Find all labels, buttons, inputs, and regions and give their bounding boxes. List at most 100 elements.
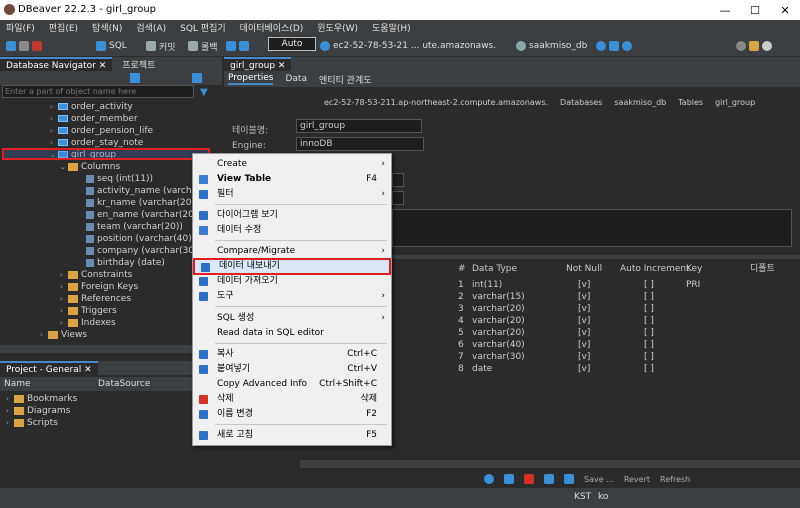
menu-database[interactable]: 데이터베이스(D): [240, 21, 304, 34]
table-cell[interactable]: [v]: [578, 291, 590, 303]
search-icon[interactable]: [736, 41, 746, 51]
table-name-field[interactable]: girl_group: [296, 119, 422, 133]
project-item-scripts[interactable]: › Scripts: [6, 417, 58, 429]
sql-editor-icon[interactable]: [96, 41, 106, 51]
navigator-scrollbar[interactable]: [0, 345, 222, 353]
table-cell[interactable]: 2: [458, 291, 464, 303]
tree-node[interactable]: › order_pension_life: [50, 125, 153, 137]
menu-window[interactable]: 윈도우(W): [317, 21, 358, 34]
perspective-icon[interactable]: [749, 41, 759, 51]
table-cell[interactable]: 7: [458, 351, 464, 363]
tree-node[interactable]: ⌄ Columns: [60, 161, 120, 173]
context-menu-item[interactable]: 복사 Ctrl+C: [193, 347, 391, 362]
menu-file[interactable]: 파일(F): [6, 21, 35, 34]
minimize-button[interactable]: —: [710, 0, 740, 20]
chevron-right-icon[interactable]: ›: [60, 281, 68, 293]
context-menu-item[interactable]: Read data in SQL editor: [193, 326, 391, 341]
maximize-button[interactable]: ☐: [740, 0, 770, 20]
tree-node[interactable]: › Indexes: [60, 317, 116, 329]
breadcrumb-connection[interactable]: ec2-52-78-53-211.ap-northeast-2.compute.…: [324, 98, 548, 107]
search-columns-icon[interactable]: [484, 474, 494, 484]
table-cell[interactable]: 3: [458, 303, 464, 315]
filter-icon[interactable]: ▼: [200, 87, 208, 98]
chevron-right-icon[interactable]: ›: [50, 125, 58, 137]
chevron-right-icon[interactable]: ›: [50, 113, 58, 125]
column-datasource-header[interactable]: DataSource: [98, 379, 150, 389]
table-cell[interactable]: 8: [458, 363, 464, 375]
chevron-right-icon[interactable]: ›: [60, 293, 68, 305]
table-cell[interactable]: varchar(20): [472, 315, 525, 327]
navigator-filter-input[interactable]: [2, 85, 194, 98]
sql-button[interactable]: SQL: [109, 41, 127, 51]
menu-sql-editor[interactable]: SQL 편집기: [180, 21, 226, 34]
table-cell[interactable]: [v]: [578, 351, 590, 363]
collation-select[interactable]: [392, 191, 404, 205]
menu-edit[interactable]: 편집(E): [49, 21, 78, 34]
add-column-icon[interactable]: [504, 474, 514, 484]
tree-node[interactable]: › Foreign Keys: [60, 281, 138, 293]
chevron-right-icon[interactable]: ›: [60, 305, 68, 317]
cloud-icon[interactable]: [596, 41, 606, 51]
context-menu-item[interactable]: 다이어그램 보기: [193, 208, 391, 223]
menu-search[interactable]: 검색(A): [136, 21, 166, 34]
context-menu-item[interactable]: Compare/Migrate ›: [193, 244, 391, 259]
subtab-properties[interactable]: Properties: [228, 73, 274, 85]
chevron-down-icon[interactable]: ⌄: [60, 161, 68, 173]
context-menu-item[interactable]: View Table F4: [193, 172, 391, 187]
table-cell[interactable]: date: [472, 363, 492, 375]
chevron-right-icon[interactable]: ›: [40, 329, 48, 341]
subtab-er-diagram[interactable]: 엔티티 관계도: [319, 73, 372, 86]
table-cell[interactable]: [ ]: [644, 351, 654, 363]
chevron-right-icon[interactable]: ›: [50, 101, 58, 113]
context-menu-item[interactable]: 새로 고침 F5: [193, 428, 391, 443]
table-cell[interactable]: [ ]: [644, 303, 654, 315]
menu-help[interactable]: 도움말(H): [372, 21, 411, 34]
table-cell[interactable]: [v]: [578, 363, 590, 375]
menu-navigate[interactable]: 탐색(N): [92, 21, 122, 34]
save-button[interactable]: Save ...: [584, 475, 614, 484]
table-cell[interactable]: [ ]: [644, 327, 654, 339]
context-menu-item[interactable]: Create ›: [193, 157, 391, 172]
table-cell[interactable]: 4: [458, 315, 464, 327]
rollback-button[interactable]: 롤백: [201, 40, 218, 53]
tab-database-navigator[interactable]: Database Navigator ✕: [0, 57, 113, 71]
tree-node[interactable]: › Views: [40, 329, 87, 341]
tree-node[interactable]: en_name (varchar(20)): [78, 209, 201, 221]
table-cell[interactable]: [v]: [578, 303, 590, 315]
commit-button[interactable]: 커밋: [159, 40, 176, 53]
context-menu-item[interactable]: 데이터 내보내기: [193, 258, 391, 275]
table-cell[interactable]: 5: [458, 327, 464, 339]
breadcrumb-table[interactable]: girl_group: [715, 98, 755, 107]
context-menu-item[interactable]: 도구 ›: [193, 289, 391, 304]
tree-node[interactable]: company (varchar(30)): [78, 245, 201, 257]
delete-column-icon[interactable]: [524, 474, 534, 484]
table-cell[interactable]: varchar(20): [472, 303, 525, 315]
subtab-data[interactable]: Data: [285, 74, 307, 84]
context-menu-item[interactable]: SQL 생성 ›: [193, 311, 391, 326]
project-item-diagrams[interactable]: › Diagrams: [6, 405, 70, 417]
table-cell[interactable]: [ ]: [644, 291, 654, 303]
col-header-autoinc[interactable]: Auto Increment: [620, 263, 690, 276]
tab-projects[interactable]: 프로젝트: [116, 58, 155, 71]
context-menu-item[interactable]: 이름 변경 F2: [193, 407, 391, 422]
table-cell[interactable]: [v]: [578, 327, 590, 339]
auto-commit-mode[interactable]: Auto: [268, 37, 316, 51]
active-database-select[interactable]: saakmiso_db: [529, 41, 587, 51]
tree-node[interactable]: position (varchar(40)): [78, 233, 195, 245]
move-up-icon[interactable]: [564, 474, 574, 484]
connect-icon[interactable]: [19, 41, 29, 51]
table-cell[interactable]: [ ]: [644, 279, 654, 291]
table-scrollbar[interactable]: [300, 460, 800, 468]
new-connection-icon[interactable]: [6, 41, 16, 51]
collapse-icon[interactable]: [130, 73, 140, 83]
link-icon[interactable]: [192, 73, 202, 83]
col-header-key[interactable]: Key: [686, 263, 702, 276]
context-menu-item[interactable]: Copy Advanced Info Ctrl+Shift+C: [193, 377, 391, 392]
context-menu-item[interactable]: 필터 ›: [193, 187, 391, 202]
breadcrumb-db[interactable]: saakmiso_db: [614, 98, 666, 107]
tree-node[interactable]: › References: [60, 293, 131, 305]
tree-node[interactable]: › Constraints: [60, 269, 132, 281]
active-connection-select[interactable]: ec2-52-78-53-21 ... ute.amazonaws.: [333, 41, 496, 51]
table-cell[interactable]: PRI: [686, 279, 700, 291]
tree-node[interactable]: birthday (date): [78, 257, 165, 269]
